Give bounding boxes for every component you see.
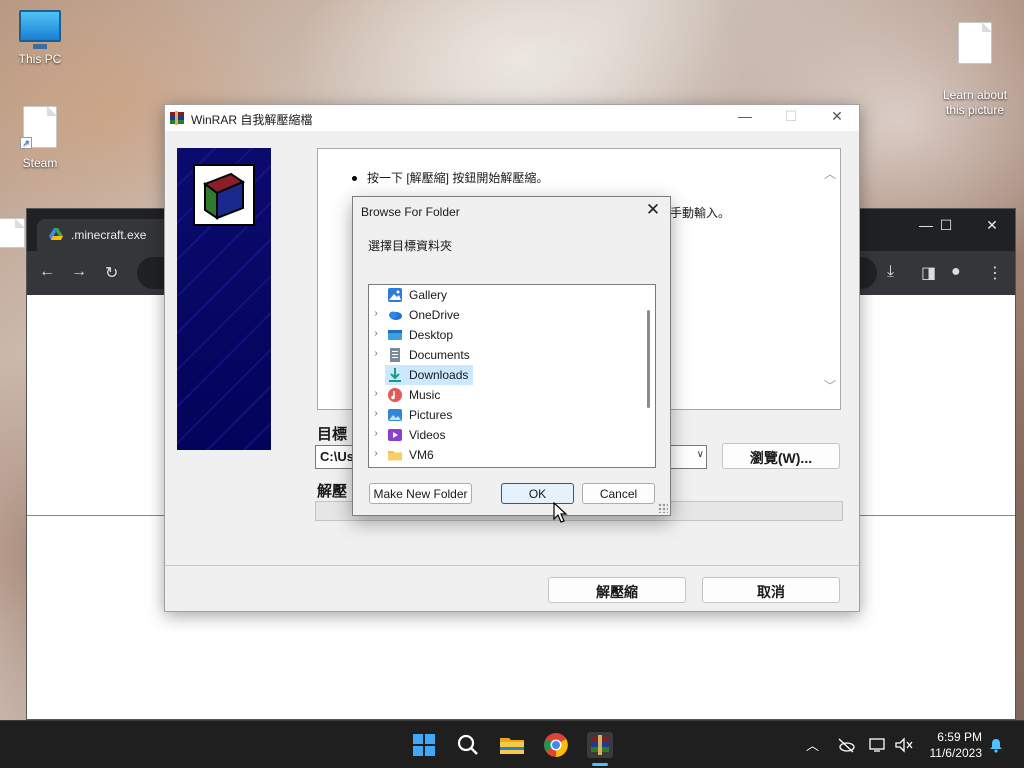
winrar-close-button[interactable]: ✕ bbox=[817, 108, 857, 130]
videos-icon bbox=[388, 429, 402, 441]
chevron-right-icon[interactable]: › bbox=[371, 388, 381, 399]
chrome-close-button[interactable]: ✕ bbox=[977, 217, 1007, 234]
chevron-right-icon[interactable]: › bbox=[371, 348, 381, 359]
tree-item-music[interactable]: › Music bbox=[369, 385, 639, 405]
scroll-down-icon[interactable]: ﹀ bbox=[822, 377, 838, 394]
chevron-right-icon[interactable]: › bbox=[371, 408, 381, 419]
pictures-icon bbox=[388, 409, 402, 421]
tree-item-pictures[interactable]: › Pictures bbox=[369, 405, 639, 425]
folder-tree[interactable]: Gallery › OneDrive › Desktop › Documents… bbox=[368, 284, 656, 468]
browse-button[interactable]: 瀏覽(W)... bbox=[722, 443, 840, 469]
google-drive-icon bbox=[49, 228, 63, 240]
winrar-maximize-button[interactable]: ☐ bbox=[771, 108, 811, 130]
steam-shortcut-icon: ↗ bbox=[20, 106, 57, 149]
menu-icon[interactable]: ⋮ bbox=[987, 263, 1003, 283]
winrar-banner bbox=[177, 148, 271, 450]
scroll-up-icon[interactable]: ︿ bbox=[822, 165, 838, 182]
winrar-app-icon bbox=[170, 111, 184, 125]
documents-icon bbox=[390, 348, 400, 362]
extract-button[interactable]: 解壓縮 bbox=[548, 577, 686, 603]
chrome-icon[interactable] bbox=[540, 729, 572, 761]
winrar-taskbar-icon[interactable] bbox=[584, 729, 616, 761]
winrar-title: WinRAR 自我解壓縮檔 bbox=[191, 113, 313, 127]
music-icon bbox=[388, 388, 402, 402]
clock[interactable]: 6:59 PM 11/6/2023 bbox=[930, 729, 983, 761]
search-icon[interactable] bbox=[452, 729, 484, 761]
tree-item-documents[interactable]: › Documents bbox=[369, 345, 639, 365]
side-panel-icon[interactable]: ◨ bbox=[921, 263, 936, 283]
clock-date: 11/6/2023 bbox=[929, 746, 983, 760]
chevron-right-icon[interactable]: › bbox=[371, 328, 381, 339]
network-icon[interactable] bbox=[868, 737, 888, 753]
desktop-icon-label: Learn about this picture bbox=[942, 88, 1008, 117]
back-icon[interactable]: ← bbox=[39, 263, 55, 281]
desktop-icon-label: Steam bbox=[22, 156, 58, 170]
close-icon[interactable]: ✕ bbox=[642, 200, 664, 220]
clock-time: 6:59 PM bbox=[937, 730, 982, 744]
reload-icon[interactable]: ↻ bbox=[105, 263, 118, 283]
file-explorer-icon[interactable] bbox=[496, 729, 528, 761]
destination-label: 目標 bbox=[317, 426, 348, 443]
desktop-icon-label: This PC bbox=[18, 52, 62, 66]
chrome-tab-title: .minecraft.exe bbox=[71, 228, 147, 242]
notification-bell-icon[interactable] bbox=[988, 737, 1004, 753]
folder-icon bbox=[388, 451, 402, 461]
active-app-indicator bbox=[592, 763, 608, 766]
mouse-cursor-icon bbox=[553, 502, 568, 523]
this-pc-icon bbox=[19, 10, 61, 49]
volume-muted-icon[interactable] bbox=[894, 737, 914, 753]
chevron-right-icon[interactable]: › bbox=[371, 448, 381, 459]
info-line-partial: 手動輸入。 bbox=[670, 206, 731, 220]
dialog-cancel-button[interactable]: Cancel bbox=[582, 483, 655, 504]
chevron-down-icon[interactable]: ∨ bbox=[697, 449, 704, 460]
winrar-title-bar[interactable]: WinRAR 自我解壓縮檔 — ☐ ✕ bbox=[165, 105, 859, 131]
partial-shortcut-icon bbox=[0, 218, 25, 248]
chrome-tab[interactable]: .minecraft.exe bbox=[37, 219, 177, 251]
desktop-icon-learn-about-picture[interactable]: Learn about this picture bbox=[935, 8, 1015, 132]
make-new-folder-button[interactable]: Make New Folder bbox=[369, 483, 472, 504]
tree-item-desktop[interactable]: › Desktop bbox=[369, 325, 639, 345]
desktop-folder-icon bbox=[388, 330, 402, 340]
tree-item-vm6[interactable]: › VM6 bbox=[369, 445, 639, 465]
progress-label: 解壓 bbox=[317, 483, 348, 500]
resize-grip[interactable] bbox=[658, 503, 668, 513]
learn-picture-icon bbox=[958, 22, 992, 64]
desktop-icon-this-pc[interactable]: This PC bbox=[0, 10, 80, 66]
dialog-title: Browse For Folder bbox=[361, 205, 460, 219]
profile-icon[interactable]: ● bbox=[951, 263, 961, 281]
downloads-icon bbox=[389, 368, 401, 382]
dialog-prompt: 選擇目標資料夾 bbox=[368, 239, 453, 253]
start-windows-icon[interactable] bbox=[408, 729, 440, 761]
info-line: 按一下 [解壓縮] 按鈕開始解壓縮。 bbox=[352, 169, 548, 186]
desktop-icon-steam[interactable]: ↗ Steam bbox=[0, 106, 80, 170]
browse-for-folder-dialog: Browse For Folder ✕ 選擇目標資料夾 Gallery › On… bbox=[352, 196, 671, 516]
chevron-right-icon[interactable]: › bbox=[371, 428, 381, 439]
show-hidden-icons-icon[interactable]: ︿ bbox=[806, 735, 819, 754]
chrome-maximize-button[interactable]: ☐ bbox=[931, 217, 961, 234]
tree-item-downloads[interactable]: Downloads bbox=[369, 365, 639, 385]
taskbar: ︿ 6:59 PM 11/6/2023 bbox=[0, 720, 1024, 768]
divider bbox=[165, 565, 859, 566]
tree-item-gallery[interactable]: Gallery bbox=[369, 285, 639, 305]
shortcut-arrow-icon: ↗ bbox=[20, 137, 32, 149]
download-icon[interactable]: ⤓ bbox=[887, 263, 894, 281]
forward-icon[interactable]: → bbox=[71, 263, 87, 281]
winrar-minimize-button[interactable]: — bbox=[725, 108, 765, 130]
winrar-logo-icon bbox=[193, 164, 255, 226]
tree-item-videos[interactable]: › Videos bbox=[369, 425, 639, 445]
cancel-button[interactable]: 取消 bbox=[702, 577, 840, 603]
onedrive-tray-icon[interactable] bbox=[836, 737, 856, 753]
ok-button[interactable]: OK bbox=[501, 483, 574, 504]
gallery-icon bbox=[388, 288, 402, 302]
chevron-right-icon[interactable]: › bbox=[371, 308, 381, 319]
tree-scrollbar[interactable] bbox=[647, 310, 650, 408]
onedrive-icon bbox=[389, 311, 402, 320]
tree-item-onedrive[interactable]: › OneDrive bbox=[369, 305, 639, 325]
